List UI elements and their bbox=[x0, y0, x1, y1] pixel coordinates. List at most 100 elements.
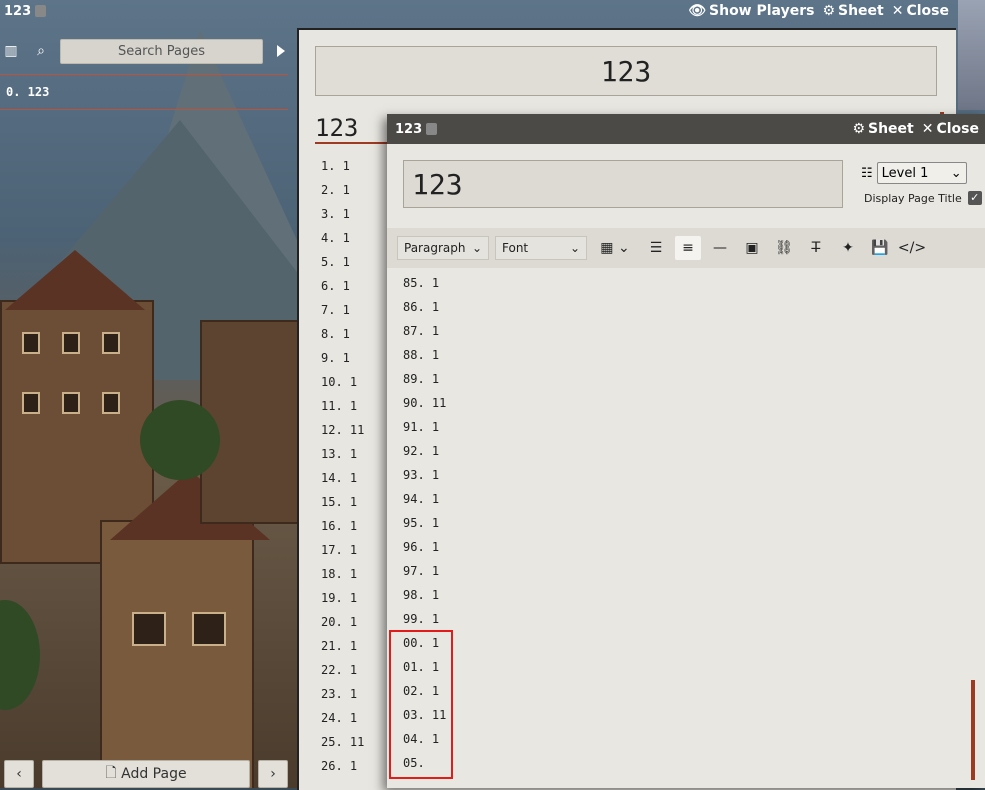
toggle-sidebar-icon[interactable]: ▥ bbox=[0, 43, 22, 59]
editor-close-button[interactable]: ✕ Close bbox=[922, 121, 979, 137]
table-button[interactable]: ▦ ⌄ bbox=[593, 236, 637, 260]
search-input[interactable]: Search Pages bbox=[60, 38, 263, 64]
source-code-icon[interactable]: </> bbox=[898, 236, 926, 260]
save-icon[interactable]: 💾 bbox=[867, 236, 893, 260]
list-item: 01. 1 bbox=[403, 660, 440, 674]
list-item: 96. 1 bbox=[403, 540, 440, 554]
tree bbox=[140, 400, 220, 480]
list-item: 03. 11 bbox=[403, 708, 447, 722]
list-item: 12. 11 bbox=[321, 423, 365, 437]
add-file-icon: 🗋 bbox=[105, 765, 122, 781]
level-select[interactable]: Level 1 ⌄ bbox=[876, 162, 967, 184]
editor-scrollbar[interactable] bbox=[971, 680, 975, 780]
prev-page-button[interactable]: ‹ bbox=[4, 760, 34, 788]
magic-wand-icon[interactable]: ✦ bbox=[835, 236, 861, 260]
house bbox=[100, 520, 254, 788]
close-button[interactable]: ✕ Close bbox=[892, 3, 949, 19]
list-item: 20. 1 bbox=[321, 615, 358, 629]
book-icon bbox=[426, 123, 438, 135]
next-page-button[interactable]: › bbox=[258, 760, 288, 788]
list-item: 2. 1 bbox=[321, 183, 350, 197]
list-item: 5. 1 bbox=[321, 255, 350, 269]
eye-icon: 👁 bbox=[688, 3, 707, 19]
list-item: 93. 1 bbox=[403, 468, 440, 482]
list-item: 02. 1 bbox=[403, 684, 440, 698]
list-item: 94. 1 bbox=[403, 492, 440, 506]
journal-heading: 123 bbox=[315, 114, 395, 144]
horizontal-rule-icon[interactable]: — bbox=[707, 236, 733, 260]
journal-title: 123 bbox=[315, 46, 937, 96]
list-item: 18. 1 bbox=[321, 567, 358, 581]
bullet-list-icon[interactable]: ☰ bbox=[643, 236, 669, 260]
paragraph-select[interactable]: Paragraph ⌄ bbox=[397, 236, 489, 260]
window-controls: 👁 Show Players ⚙ Sheet ✕ Close bbox=[688, 0, 949, 22]
list-item: 91. 1 bbox=[403, 420, 440, 434]
editor-content[interactable]: 85. 1 86. 1 87. 1 88. 1 89. 1 90. 11 91.… bbox=[403, 271, 963, 788]
list-item: 10. 1 bbox=[321, 375, 358, 389]
sheet-button[interactable]: ⚙ Sheet bbox=[822, 3, 883, 19]
list-item: 14. 1 bbox=[321, 471, 358, 485]
list-item: 98. 1 bbox=[403, 588, 440, 602]
editor-header: 123 ⚙ Sheet ✕ Close bbox=[387, 114, 985, 144]
list-item: 11. 1 bbox=[321, 399, 358, 413]
display-page-title-toggle[interactable]: Display Page Title ✓ bbox=[864, 191, 982, 205]
chevron-down-icon: ⌄ bbox=[569, 241, 580, 255]
font-label: Font bbox=[502, 241, 529, 255]
numbered-list-icon[interactable]: ≡ bbox=[675, 236, 701, 260]
list-item: 17. 1 bbox=[321, 543, 358, 557]
list-item: 24. 1 bbox=[321, 711, 358, 725]
close-icon: ✕ bbox=[891, 3, 904, 19]
paragraph-label: Paragraph bbox=[404, 241, 466, 255]
editor-sheet-label: Sheet bbox=[868, 121, 914, 137]
list-item: 21. 1 bbox=[321, 639, 358, 653]
book-icon bbox=[35, 5, 47, 17]
list-item: 16. 1 bbox=[321, 519, 358, 533]
list-item: 05. bbox=[403, 756, 425, 770]
list-item: 88. 1 bbox=[403, 348, 440, 362]
list-item: 25. 11 bbox=[321, 735, 365, 749]
add-page-label: Add Page bbox=[121, 766, 187, 782]
show-players-button[interactable]: 👁 Show Players bbox=[688, 3, 814, 19]
list-item: 4. 1 bbox=[321, 231, 350, 245]
clear-format-icon[interactable]: T̶ bbox=[803, 236, 829, 260]
add-page-button[interactable]: 🗋 Add Page bbox=[42, 760, 250, 788]
outline-icon: ☷ bbox=[861, 165, 873, 181]
list-item: 26. 1 bbox=[321, 759, 358, 773]
show-players-label: Show Players bbox=[709, 3, 815, 19]
page-item[interactable]: 0. 123 bbox=[0, 75, 288, 109]
list-item: 6. 1 bbox=[321, 279, 350, 293]
editor-close-label: Close bbox=[936, 121, 979, 137]
list-item: 85. 1 bbox=[403, 276, 440, 290]
page-title-input[interactable]: 123 bbox=[403, 160, 843, 208]
list-item: 9. 1 bbox=[321, 351, 350, 365]
gear-icon: ⚙ bbox=[822, 3, 835, 19]
list-item: 3. 1 bbox=[321, 207, 350, 221]
list-item: 90. 11 bbox=[403, 396, 447, 410]
editor-sheet-button[interactable]: ⚙ Sheet bbox=[852, 121, 913, 137]
editor-window: 123 ⚙ Sheet ✕ Close 123 ☷ Level 1 ⌄ Disp… bbox=[387, 114, 985, 788]
editor-toolbar: Paragraph ⌄ Font ⌄ ▦ ⌄ ☰ ≡ — ▣ ⛓ T̶ ✦ 💾 … bbox=[387, 228, 985, 268]
sheet-label: Sheet bbox=[838, 3, 884, 19]
image-icon[interactable]: ▣ bbox=[739, 236, 765, 260]
collapse-arrow-icon[interactable] bbox=[277, 45, 285, 57]
list-item: 92. 1 bbox=[403, 444, 440, 458]
editor-list: 85. 1 86. 1 87. 1 88. 1 89. 1 90. 11 91.… bbox=[403, 271, 963, 775]
level-value: Level 1 bbox=[881, 165, 929, 181]
close-label: Close bbox=[906, 3, 949, 19]
highlight-box bbox=[389, 630, 453, 779]
search-icon: ⌕ bbox=[37, 43, 45, 59]
list-item: 89. 1 bbox=[403, 372, 440, 386]
bottom-nav: ‹ 🗋 Add Page › bbox=[0, 758, 296, 788]
journal-list: 1. 1 2. 1 3. 1 4. 1 5. 1 6. 1 7. 1 8. 1 … bbox=[321, 154, 364, 778]
app-title: 123 bbox=[4, 3, 32, 19]
display-page-title-label: Display Page Title bbox=[864, 191, 962, 205]
list-item: 23. 1 bbox=[321, 687, 358, 701]
display-page-title-checkbox[interactable]: ✓ bbox=[967, 191, 982, 205]
link-icon[interactable]: ⛓ bbox=[771, 236, 797, 260]
list-item: 95. 1 bbox=[403, 516, 440, 530]
level-control: ☷ Level 1 ⌄ bbox=[861, 162, 967, 184]
search-row: ▥ ⌕ Search Pages bbox=[0, 38, 296, 64]
editor-window-title: 123 bbox=[395, 121, 423, 137]
list-item: 97. 1 bbox=[403, 564, 440, 578]
font-select[interactable]: Font ⌄ bbox=[495, 236, 587, 260]
